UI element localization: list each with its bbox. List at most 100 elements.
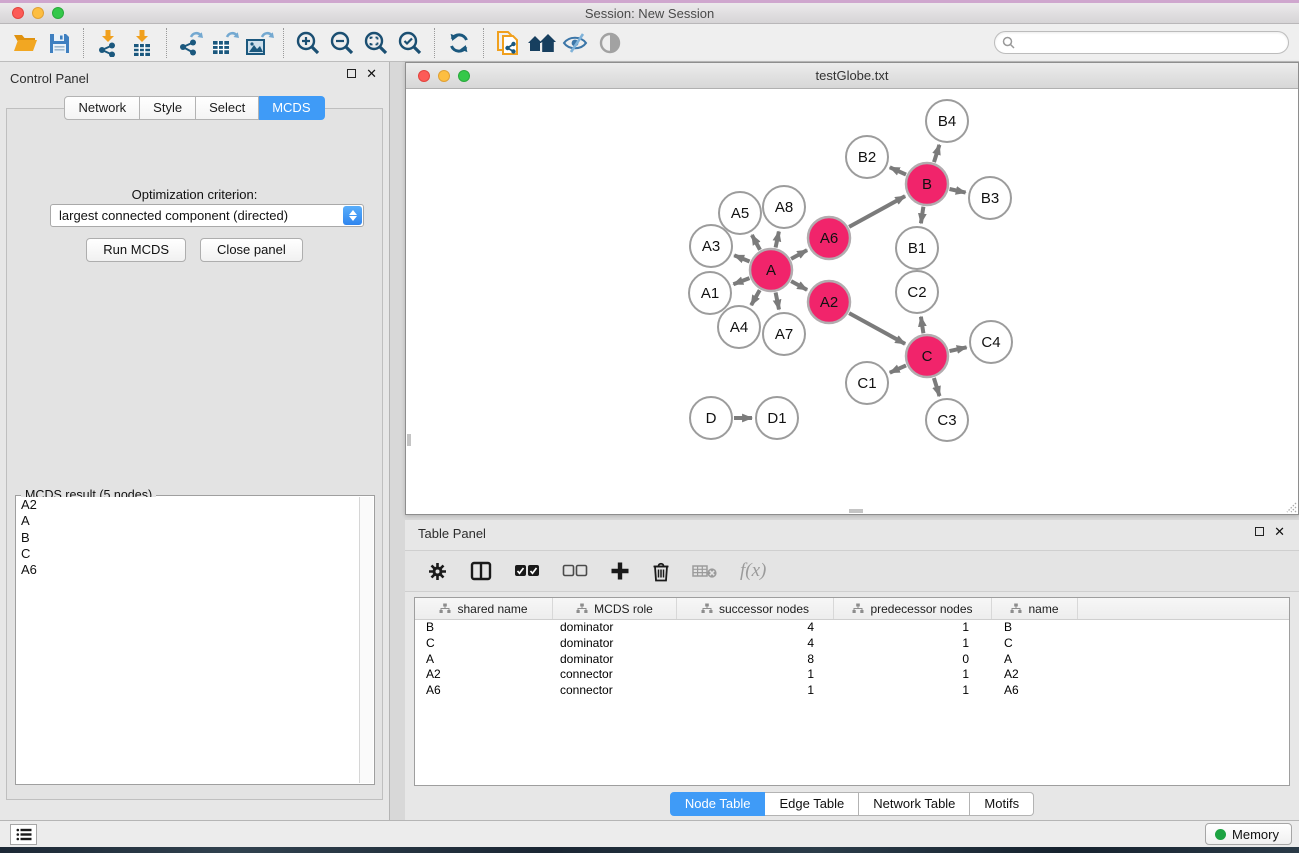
cell-shared_name[interactable]: B [415,620,553,636]
cell-shared_name[interactable]: A2 [415,667,553,683]
mcds-result-item[interactable]: B [17,530,359,546]
close-panel-icon[interactable]: ✕ [1274,527,1285,536]
mcds-result-list[interactable]: A2ABCA6 [17,497,359,783]
graph-edge-C-C4[interactable] [950,347,967,351]
tab-motifs[interactable]: Motifs [970,792,1034,816]
table-row[interactable]: Bdominator41B [415,620,1289,636]
search-input[interactable] [1019,36,1288,50]
cell-mcds_role[interactable]: dominator [553,652,677,668]
run-mcds-button[interactable]: Run MCDS [86,238,186,262]
tab-mcds[interactable]: MCDS [259,96,324,120]
graph-edge-B-B2[interactable] [890,167,906,174]
graph-edge-C-C3[interactable] [934,378,940,396]
cell-mcds_role[interactable]: dominator [553,636,677,652]
graph-edge-B-B1[interactable] [921,207,924,224]
mcds-result-item[interactable]: C [17,546,359,562]
tab-style[interactable]: Style [140,96,196,120]
graph-edge-A-A2[interactable] [791,281,807,290]
tab-network[interactable]: Network [64,96,140,120]
mcds-result-item[interactable]: A [17,513,359,529]
mcds-result-item[interactable]: A6 [17,562,359,578]
cell-shared_name[interactable]: A6 [415,683,553,699]
tab-edge-table[interactable]: Edge Table [765,792,859,816]
tab-select[interactable]: Select [196,96,259,120]
cell-successor[interactable]: 1 [677,667,834,683]
select-all-columns-button[interactable] [514,564,540,578]
open-file-button[interactable] [8,27,42,59]
cell-mcds_role[interactable]: connector [553,683,677,699]
save-session-button[interactable] [42,27,76,59]
cell-mcds_role[interactable]: connector [553,667,677,683]
zoom-selected-button[interactable] [393,27,427,59]
graph-edge-A-A5[interactable] [752,235,760,250]
column-header-successor-nodes[interactable]: successor nodes [677,598,834,619]
cell-mcds_role[interactable]: dominator [553,620,677,636]
show-panels-button[interactable] [10,824,37,845]
zoom-in-button[interactable] [291,27,325,59]
hide-network-button[interactable] [559,27,593,59]
graph-edge-A2-C[interactable] [849,313,905,344]
table-row[interactable]: Adominator80A [415,652,1289,668]
table-row[interactable]: Cdominator41C [415,636,1289,652]
cell-predecessor[interactable]: 1 [834,683,992,699]
zoom-fit-button[interactable] [359,27,393,59]
float-panel-icon[interactable] [1255,527,1264,536]
float-panel-icon[interactable] [347,69,356,78]
graph-edge-A-A7[interactable] [776,293,779,310]
cell-predecessor[interactable]: 1 [834,667,992,683]
cell-predecessor[interactable]: 1 [834,620,992,636]
cell-name[interactable]: A6 [992,683,1078,699]
cell-shared_name[interactable]: C [415,636,553,652]
column-header-MCDS-role[interactable]: MCDS role [553,598,677,619]
close-panel-button[interactable]: Close panel [200,238,303,262]
deselect-all-columns-button[interactable] [562,564,588,578]
cell-name[interactable]: C [992,636,1078,652]
network-canvas[interactable]: B4B2BB3A8A5A6A3B1AA1C2A2A4A7C4CC1C3DD1 [406,89,1298,514]
graph-edge-A-A3[interactable] [734,255,749,261]
show-columns-button[interactable] [470,561,492,581]
delete-table-button[interactable] [692,563,718,579]
table-settings-button[interactable] [427,561,448,582]
optimization-criterion-dropdown[interactable]: largest connected component (directed) [50,204,364,227]
graph-edge-A-A8[interactable] [776,232,779,248]
import-network-button[interactable] [91,27,125,59]
column-header-predecessor-nodes[interactable]: predecessor nodes [834,598,992,619]
zoom-out-button[interactable] [325,27,359,59]
graph-edge-A6-B[interactable] [849,196,905,227]
export-table-button[interactable] [208,27,242,59]
resize-grip-icon[interactable] [1283,499,1297,513]
import-table-button[interactable] [125,27,159,59]
cell-predecessor[interactable]: 0 [834,652,992,668]
cell-successor[interactable]: 4 [677,620,834,636]
export-image-button[interactable] [242,27,276,59]
graph-edge-C-C1[interactable] [890,365,906,372]
graph-edge-B-B4[interactable] [934,145,939,162]
network-graph[interactable]: B4B2BB3A8A5A6A3B1AA1C2A2A4A7C4CC1C3DD1 [406,89,1298,514]
cell-successor[interactable]: 8 [677,652,834,668]
mcds-result-scrollbar[interactable] [359,497,373,783]
export-network-button[interactable] [174,27,208,59]
create-column-button[interactable] [610,561,630,581]
function-builder-button[interactable]: f(x) [740,560,766,582]
cell-successor[interactable]: 4 [677,636,834,652]
graph-edge-A-A1[interactable] [733,278,749,284]
network-vscrollbar-thumb[interactable] [407,434,411,446]
graph-edge-C-C2[interactable] [921,317,924,334]
refresh-button[interactable] [442,27,476,59]
cell-predecessor[interactable]: 1 [834,636,992,652]
cell-name[interactable]: B [992,620,1078,636]
network-window-titlebar[interactable]: testGlobe.txt [406,63,1298,89]
graph-edge-A-A4[interactable] [751,290,760,305]
column-header-name[interactable]: name [992,598,1078,619]
column-header-shared-name[interactable]: shared name [415,598,553,619]
search-field[interactable] [994,31,1289,54]
graph-edge-A-A6[interactable] [791,250,807,259]
table-row[interactable]: A2connector11A2 [415,667,1289,683]
delete-column-button[interactable] [652,561,670,582]
show-network-button[interactable] [593,27,627,59]
cell-successor[interactable]: 1 [677,683,834,699]
network-hscrollbar-thumb[interactable] [849,509,863,513]
mcds-result-item[interactable]: A2 [17,497,359,513]
tab-network-table[interactable]: Network Table [859,792,970,816]
graph-edge-B-B3[interactable] [950,189,966,193]
